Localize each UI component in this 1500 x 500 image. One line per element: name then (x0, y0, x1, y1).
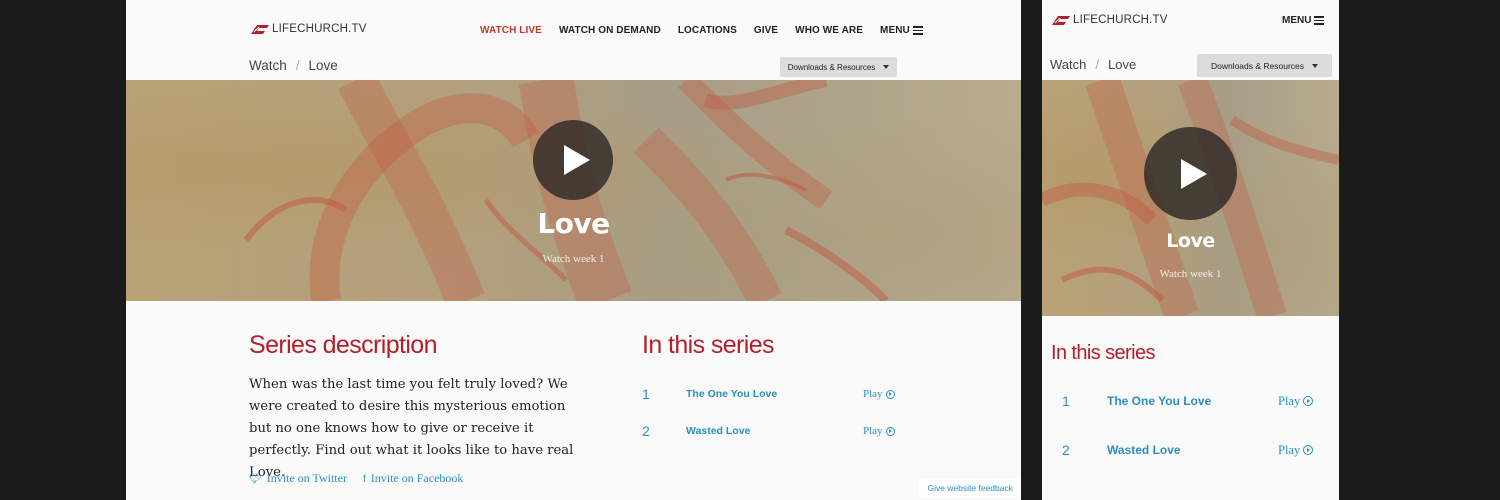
series-description-text: When was the last time you felt truly lo… (249, 377, 574, 480)
logo[interactable]: LIFECHURCH.TV (1051, 14, 1168, 26)
hero-title: Love (537, 207, 610, 240)
nav-watch-live[interactable]: WATCH LIVE (480, 25, 542, 36)
feedback-button[interactable]: Give website feedback (919, 479, 1021, 497)
hero-subtitle[interactable]: Watch week 1 (126, 253, 1021, 265)
series-item-title[interactable]: The One You Love (686, 388, 777, 400)
nav-watch-on-demand[interactable]: WATCH ON DEMAND (559, 25, 661, 36)
nav-locations[interactable]: LOCATIONS (678, 25, 737, 36)
breadcrumb-separator: / (1095, 57, 1099, 72)
menu-button[interactable]: MENU (1282, 15, 1325, 26)
series-item-title[interactable]: Wasted Love (686, 425, 750, 437)
series-item[interactable]: 2 Wasted Love Play (642, 422, 895, 440)
invite-twitter-label: Invite on Twitter (266, 471, 347, 485)
play-circle-icon (1303, 445, 1314, 455)
breadcrumb-watch[interactable]: Watch (249, 58, 287, 73)
invite-facebook-link[interactable]: f Invite on Facebook (363, 471, 463, 486)
series-item-number: 2 (1062, 442, 1070, 458)
downloads-resources-button[interactable]: Downloads & Resources (780, 57, 897, 77)
hero-banner: Love Watch week 1 (126, 80, 1021, 301)
logo-icon (1051, 14, 1071, 26)
in-this-series-heading: In this series (1051, 342, 1155, 364)
desktop-frame: LIFECHURCH.TV WATCH LIVE WATCH ON DEMAND… (126, 0, 1021, 500)
main-nav: WATCH LIVE WATCH ON DEMAND LOCATIONS GIV… (480, 25, 923, 36)
menu-label: MENU (1282, 15, 1312, 26)
invite-twitter-link[interactable]: 🐦︎ Invite on Twitter (249, 471, 347, 486)
caret-down-icon (883, 65, 890, 69)
downloads-label: Downloads & Resources (787, 62, 876, 72)
breadcrumb-current: Love (308, 58, 338, 73)
play-label: Play (1278, 393, 1301, 408)
twitter-icon: 🐦︎ (249, 474, 262, 485)
logo-icon (250, 23, 270, 35)
hero-subtitle[interactable]: Watch week 1 (1042, 268, 1339, 280)
hero-banner: Love Watch week 1 (1042, 80, 1339, 316)
series-item-number: 1 (642, 386, 650, 402)
play-video-button[interactable] (1144, 127, 1237, 220)
play-circle-icon (885, 426, 895, 436)
logo-text: LIFECHURCH.TV (1073, 14, 1168, 26)
breadcrumb: Watch / Love (1050, 57, 1136, 72)
series-item[interactable]: 1 The One You Love Play (1062, 391, 1317, 411)
invite-facebook-label: Invite on Facebook (370, 471, 464, 485)
menu-button[interactable]: MENU (880, 25, 923, 36)
downloads-label: Downloads & Resources (1210, 60, 1305, 71)
logo-text: LIFECHURCH.TV (272, 23, 367, 35)
nav-give[interactable]: GIVE (754, 25, 778, 36)
series-item-play-link[interactable]: Play (1278, 442, 1314, 458)
series-item-play-link[interactable]: Play (863, 388, 895, 400)
play-icon (563, 145, 590, 175)
series-item-play-link[interactable]: Play (1278, 393, 1314, 409)
series-item-play-link[interactable]: Play (863, 425, 895, 437)
series-description-heading: Series description (249, 331, 438, 359)
hamburger-icon (912, 26, 923, 35)
play-label: Play (1278, 442, 1301, 457)
menu-label: MENU (880, 25, 910, 36)
breadcrumb-separator: / (295, 58, 300, 73)
in-this-series-heading: In this series (642, 331, 775, 359)
breadcrumb-current: Love (1107, 57, 1137, 72)
hamburger-icon (1314, 16, 1325, 25)
play-circle-icon (885, 389, 895, 399)
series-item[interactable]: 1 The One You Love Play (642, 385, 895, 403)
series-item-title[interactable]: The One You Love (1107, 394, 1211, 408)
series-item-number: 1 (1062, 393, 1070, 409)
play-icon (1181, 158, 1207, 189)
play-circle-icon (1303, 396, 1314, 406)
logo[interactable]: LIFECHURCH.TV (250, 23, 367, 35)
invite-links: 🐦︎ Invite on Twitter f Invite on Facebook (249, 471, 463, 486)
facebook-icon: f (362, 474, 366, 485)
breadcrumb: Watch / Love (249, 58, 338, 73)
play-label: Play (863, 425, 883, 437)
series-item-title[interactable]: Wasted Love (1107, 443, 1181, 457)
downloads-resources-button[interactable]: Downloads & Resources (1197, 54, 1332, 77)
play-video-button[interactable] (533, 120, 613, 200)
hero-title: Love (1166, 230, 1215, 252)
play-label: Play (863, 388, 883, 400)
breadcrumb-watch[interactable]: Watch (1050, 57, 1086, 72)
mobile-frame: LIFECHURCH.TV MENU Watch / Love Download… (1042, 0, 1339, 500)
series-item-number: 2 (642, 423, 650, 439)
series-item[interactable]: 2 Wasted Love Play (1062, 440, 1317, 460)
caret-down-icon (1312, 63, 1319, 68)
nav-who-we-are[interactable]: WHO WE ARE (795, 25, 863, 36)
